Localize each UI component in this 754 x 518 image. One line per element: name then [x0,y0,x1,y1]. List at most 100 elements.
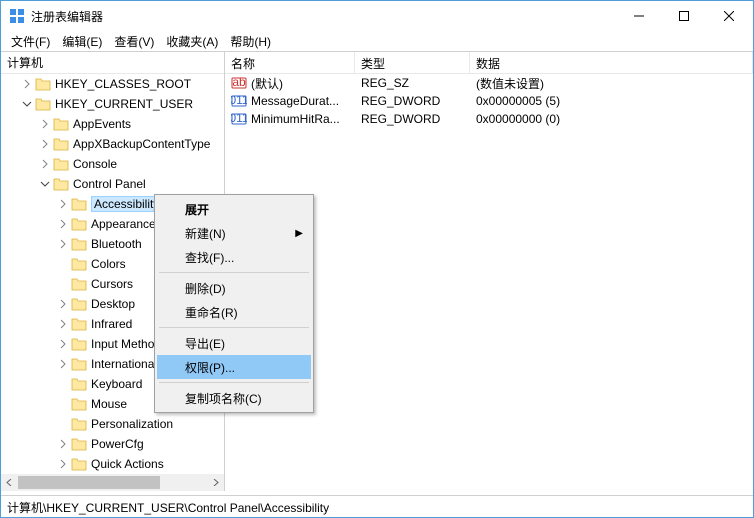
cell-data: 0x00000005 (5) [470,94,753,108]
list-row[interactable]: 011 MessageDurat... REG_DWORD0x00000005 (5… [225,92,753,110]
minimize-button[interactable] [616,2,661,30]
chevron-down-icon[interactable] [21,98,33,110]
cell-type: REG_DWORD [355,94,470,108]
window-title: 注册表编辑器 [31,8,616,25]
chevron-right-icon[interactable] [21,78,33,90]
list-header: 名称 类型 数据 [225,52,753,74]
menu-file[interactable]: 文件(F) [5,31,56,52]
tree-item[interactable]: AppXBackupContentType [1,134,224,154]
scroll-left-button[interactable] [1,474,18,491]
tree-item-label: Console [73,157,117,171]
tree-header[interactable]: 计算机 [1,52,224,74]
tree-item[interactable]: PowerCfg [1,434,224,454]
cell-name: 011 MinimumHitRa... [225,111,355,127]
col-data[interactable]: 数据 [470,52,753,73]
folder-icon [53,157,69,171]
tree-item-label: HKEY_CLASSES_ROOT [55,77,191,91]
chevron-right-icon[interactable] [57,358,69,370]
folder-icon [71,377,87,391]
ctx-find[interactable]: 查找(F)... [157,245,311,269]
chevron-right-icon[interactable] [39,138,51,150]
list-body: ab(默认)REG_SZ(数值未设置)011MessageDurat...REG… [225,74,753,128]
tree-item-label: Desktop [91,297,135,311]
tree-item[interactable]: HKEY_CLASSES_ROOT [1,74,224,94]
chevron-right-icon[interactable] [57,298,69,310]
chevron-right-icon[interactable] [39,158,51,170]
chevron-right-icon[interactable] [39,118,51,130]
tree-item[interactable]: Quick Actions [1,454,224,474]
tree-item-label: Accessibility [91,196,162,212]
tree-item[interactable]: HKEY_CURRENT_USER [1,94,224,114]
ctx-permissions[interactable]: 权限(P)... [157,355,311,379]
chevron-right-icon[interactable] [57,238,69,250]
close-button[interactable] [706,2,751,30]
chevron-right-icon[interactable] [57,438,69,450]
folder-icon [35,77,51,91]
tree-item-label: Infrared [91,317,132,331]
string-value-icon: ab [231,75,247,91]
cell-type: REG_DWORD [355,112,470,126]
chevron-right-icon[interactable] [57,338,69,350]
scroll-right-button[interactable] [207,474,224,491]
ctx-new-label: 新建(N) [185,225,226,242]
tree-item-label: Mouse [91,397,127,411]
ctx-separator [159,382,309,383]
tree-item[interactable]: Console [1,154,224,174]
tree-header-label: 计算机 [7,54,43,71]
cell-data: (数值未设置) [470,75,753,92]
cell-data: 0x00000000 (0) [470,112,753,126]
cell-name: ab(默认) [225,75,355,92]
statusbar: 计算机\HKEY_CURRENT_USER\Control Panel\Acce… [1,495,753,517]
folder-icon [71,317,87,331]
scroll-thumb[interactable] [18,476,160,489]
folder-icon [71,217,87,231]
list-row[interactable]: ab(默认)REG_SZ(数值未设置) [225,74,753,92]
chevron-right-icon[interactable] [57,218,69,230]
svg-text:011: 011 [231,111,247,125]
ctx-export-label: 导出(E) [185,335,225,352]
ctx-copy-key-name[interactable]: 复制项名称(C) [157,386,311,410]
menubar: 文件(F) 编辑(E) 查看(V) 收藏夹(A) 帮助(H) [1,31,753,51]
col-type[interactable]: 类型 [355,52,470,73]
ctx-permissions-label: 权限(P)... [185,359,235,376]
menu-favorites[interactable]: 收藏夹(A) [160,31,224,52]
folder-icon [71,457,87,471]
value-name: MessageDurat... [251,94,339,108]
tree-item[interactable]: AppEvents [1,114,224,134]
folder-icon [71,197,87,211]
menu-view[interactable]: 查看(V) [108,31,160,52]
ctx-new[interactable]: 新建(N)▶ [157,221,311,245]
ctx-export[interactable]: 导出(E) [157,331,311,355]
scroll-track[interactable] [18,474,207,491]
menu-help[interactable]: 帮助(H) [224,31,277,52]
ctx-rename-label: 重命名(R) [185,304,238,321]
maximize-button[interactable] [661,2,706,30]
folder-icon [71,437,87,451]
chevron-down-icon[interactable] [39,178,51,190]
folder-icon [71,257,87,271]
ctx-expand[interactable]: 展开 [157,197,311,221]
chevron-right-icon[interactable] [57,458,69,470]
tree-item[interactable]: Control Panel [1,174,224,194]
tree-item-label: AppEvents [73,117,131,131]
ctx-find-label: 查找(F)... [185,249,234,266]
folder-icon [53,137,69,151]
value-name: MinimumHitRa... [251,112,340,126]
cell-type: REG_SZ [355,76,470,90]
statusbar-path: 计算机\HKEY_CURRENT_USER\Control Panel\Acce… [7,501,329,515]
tree-item[interactable]: Personalization [1,414,224,434]
chevron-right-icon[interactable] [57,198,69,210]
tree-scrollbar-horizontal[interactable] [1,474,224,491]
col-name[interactable]: 名称 [225,52,355,73]
ctx-rename[interactable]: 重命名(R) [157,300,311,324]
svg-text:ab: ab [232,75,246,89]
svg-text:011: 011 [231,93,247,107]
chevron-right-icon[interactable] [57,318,69,330]
menu-edit[interactable]: 编辑(E) [56,31,108,52]
ctx-separator [159,272,309,273]
context-menu: 展开 新建(N)▶ 查找(F)... 删除(D) 重命名(R) 导出(E) 权限… [154,194,314,413]
tree-item-label: Appearance [91,217,156,231]
ctx-expand-label: 展开 [185,201,209,218]
ctx-delete[interactable]: 删除(D) [157,276,311,300]
list-row[interactable]: 011 MinimumHitRa... REG_DWORD0x00000000 (0… [225,110,753,128]
